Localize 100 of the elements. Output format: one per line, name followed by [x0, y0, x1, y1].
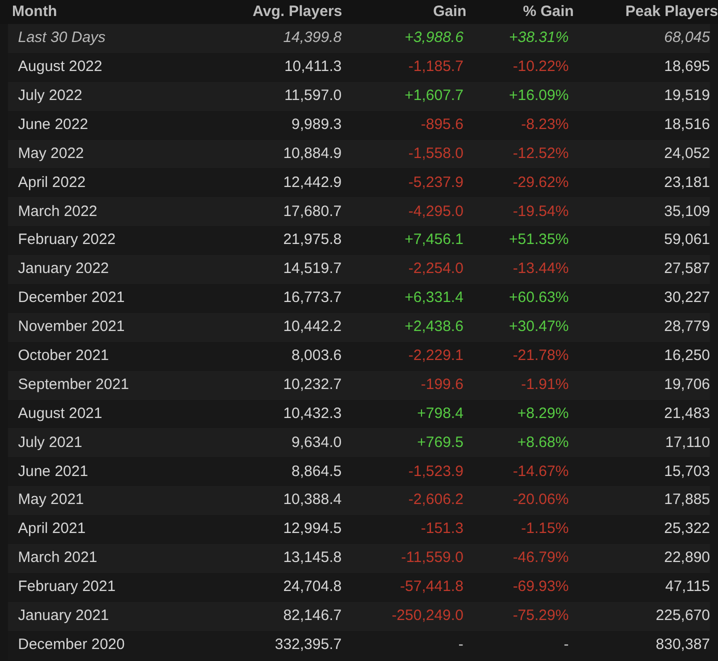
table-cell-text: Last 30 Days [18, 28, 107, 48]
table-cell-text: -1,523.9 [407, 462, 464, 482]
table-cell-text: -2,254.0 [407, 259, 464, 280]
table-cell-text: 332,395.7 [274, 634, 342, 655]
table-cell-text: January 2022 [18, 259, 110, 280]
table-cell-text: 10,411.3 [283, 57, 342, 78]
table-cell-text: 24,052 [663, 144, 710, 164]
table-cell-text: October 2021 [18, 346, 110, 366]
table-cell-text: 18,516 [663, 114, 710, 135]
table-cell-text: -13.44% [512, 259, 569, 280]
table-cell-text: 12,442.9 [282, 172, 342, 193]
table-cell-text: +7,456.1 [404, 230, 464, 250]
table-cell-text: -11,559.0 [400, 548, 464, 568]
table-cell-text: -21.78% [512, 346, 569, 366]
table-cell-text: 8,003.6 [290, 346, 342, 366]
table-cell-text: 16,250 [663, 346, 710, 366]
table-cell-text: -1.91% [520, 374, 569, 395]
table-cell-text: 19,519 [663, 86, 710, 106]
table-cell-text: -895.6 [420, 114, 464, 135]
table-cell-text: December 2020 [18, 634, 126, 655]
table-cell-text: November 2021 [18, 317, 126, 338]
column-header[interactable]: % Gain [466, 0, 574, 24]
table-cell-text: -75.29% [512, 606, 569, 626]
table-cell-text: -2,606.2 [407, 490, 464, 510]
table-cell-text: -8.23% [520, 114, 569, 135]
table-cell-text: -1,185.7 [407, 57, 464, 78]
column-header[interactable]: Peak Players [574, 0, 718, 24]
table-cell-text: -20.06% [512, 490, 569, 510]
table-cell-text: 82,146.7 [282, 606, 342, 626]
table-cell-text: +3,988.6 [404, 28, 464, 48]
table-cell-text: +16.09% [508, 86, 569, 106]
table-cell-text: -10.22% [512, 57, 569, 78]
table-cell-text: 47,115 [664, 577, 710, 598]
table-cell-text: February 2021 [18, 577, 117, 598]
table-cell-text: 17,110 [664, 432, 710, 453]
table-cell-text: April 2021 [18, 519, 87, 540]
table-cell-text: +51.35% [508, 230, 569, 250]
table-cell-text: July 2021 [18, 432, 84, 453]
table-cell-text: - [457, 634, 464, 655]
table-cell-text: 16,773.7 [282, 288, 342, 308]
column-header[interactable]: Avg. Players [161, 0, 342, 24]
table-cell-text: 18,695 [663, 57, 710, 78]
table-cell-text: 9,634.0 [290, 432, 342, 453]
table-cell-text: 10,232.7 [282, 374, 342, 395]
table-cell-text: 15,703 [663, 462, 710, 482]
table-cell-text: May 2022 [18, 144, 85, 164]
table-cell-text: -1.15% [520, 519, 569, 540]
table-cell-text: +30.47% [508, 317, 569, 338]
table-cell-text: 27,587 [663, 259, 710, 280]
table-cell-text: 59,061 [663, 230, 710, 250]
table-cell-text: 17,885 [663, 490, 710, 510]
table-cell-text: March 2022 [18, 202, 98, 222]
table-cell-text: -1,558.0 [407, 144, 464, 164]
table-cell-text: - [562, 634, 569, 655]
table-cell-text: -2,229.1 [407, 346, 464, 366]
table-cell-text: 21,483 [663, 404, 710, 424]
table-cell-text: 22,890 [663, 548, 710, 568]
table-cell-text: 8,864.5 [290, 462, 342, 482]
table-cell-text: +38.31% [508, 28, 569, 48]
table-cell-text: January 2021 [18, 606, 110, 626]
table-cell-text: 11,597.0 [283, 86, 342, 106]
table-cell-text: 10,432.3 [282, 404, 342, 424]
table-cell-text: 830,387 [654, 634, 710, 655]
table-cell-text: +60.63% [508, 288, 569, 308]
table-cell-text: 10,388.4 [282, 490, 342, 510]
table-cell-text: 9,989.3 [290, 114, 342, 135]
table-cell-text: 21,975.8 [282, 230, 342, 250]
table-cell-text: +2,438.6 [404, 317, 464, 338]
table-cell-text: 12,994.5 [282, 519, 342, 540]
table-cell-text: +1,607.7 [404, 86, 464, 106]
table-cell-text: -4,295.0 [407, 202, 464, 222]
table-cell-text: -69.93% [512, 577, 569, 598]
table-cell-text: December 2021 [18, 288, 126, 308]
table-cell-text: 23,181 [663, 172, 710, 193]
table-cell-text: 13,145.8 [282, 548, 342, 568]
table-cell-text: -151.3 [420, 519, 464, 540]
table-cell-text: March 2021 [18, 548, 98, 568]
table-cell-text: -12.52% [512, 144, 569, 164]
table-cell-text: 30,227 [663, 288, 710, 308]
table-cell-text: July 2022 [18, 86, 84, 106]
table-cell-text: 10,442.2 [282, 317, 342, 338]
table-cell-text: 35,109 [663, 202, 710, 222]
table-cell-text: +798.4 [416, 404, 464, 424]
table-cell-text: +769.5 [416, 432, 464, 453]
table-cell-text: June 2021 [18, 462, 90, 482]
table-cell-text: -19.54% [512, 202, 569, 222]
table-cell-text: June 2022 [18, 114, 90, 135]
column-header[interactable]: Month [12, 0, 162, 24]
column-header[interactable]: Gain [342, 0, 466, 24]
table-cell-text: +6,331.4 [404, 288, 464, 308]
table-cell-text: 25,322 [663, 519, 710, 540]
table-cell-text: -5,237.9 [407, 172, 464, 193]
table-cell-text: August 2022 [18, 57, 104, 78]
table-cell-text: February 2022 [18, 230, 117, 250]
table-cell-text: April 2022 [18, 172, 87, 193]
table-cell-text: 14,519.7 [282, 259, 342, 280]
table-cell-text: -14.67% [512, 462, 569, 482]
table-cell-text: 14,399.8 [282, 28, 342, 48]
table-cell-text: 225,670 [654, 606, 710, 626]
table-cell-text: +8.68% [516, 432, 569, 453]
